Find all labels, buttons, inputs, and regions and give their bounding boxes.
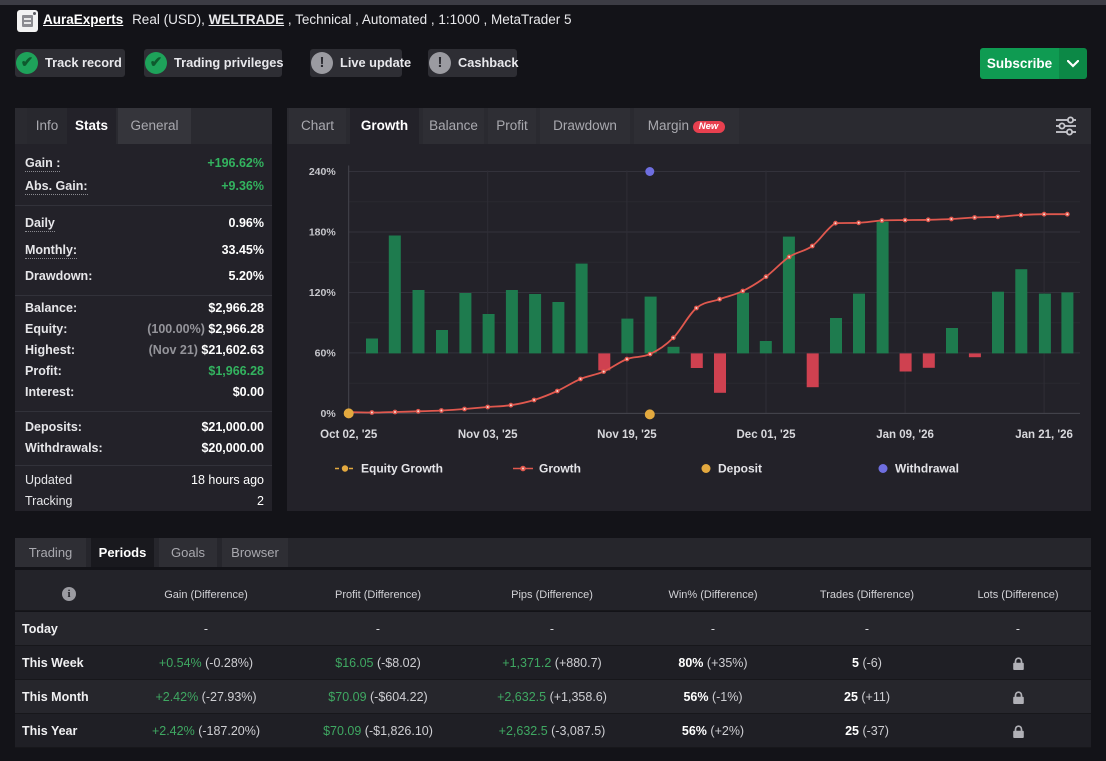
svg-text:120%: 120% <box>309 287 337 299</box>
svg-text:Growth: Growth <box>539 462 581 476</box>
svg-text:Jan 21, '26: Jan 21, '26 <box>1015 429 1073 441</box>
svg-text:Nov 03, '25: Nov 03, '25 <box>458 429 518 441</box>
svg-text:0%: 0% <box>321 408 337 420</box>
svg-text:Withdrawal: Withdrawal <box>895 462 959 476</box>
svg-text:Deposit: Deposit <box>718 462 762 476</box>
svg-text:Nov 19, '25: Nov 19, '25 <box>597 429 657 441</box>
svg-text:Equity Growth: Equity Growth <box>361 462 443 476</box>
svg-text:Dec 01, '25: Dec 01, '25 <box>737 429 797 441</box>
svg-text:Jan 09, '26: Jan 09, '26 <box>876 429 934 441</box>
svg-text:180%: 180% <box>309 227 337 239</box>
svg-text:240%: 240% <box>309 166 337 178</box>
svg-text:Oct 02, '25: Oct 02, '25 <box>320 429 378 441</box>
svg-text:60%: 60% <box>315 347 337 359</box>
